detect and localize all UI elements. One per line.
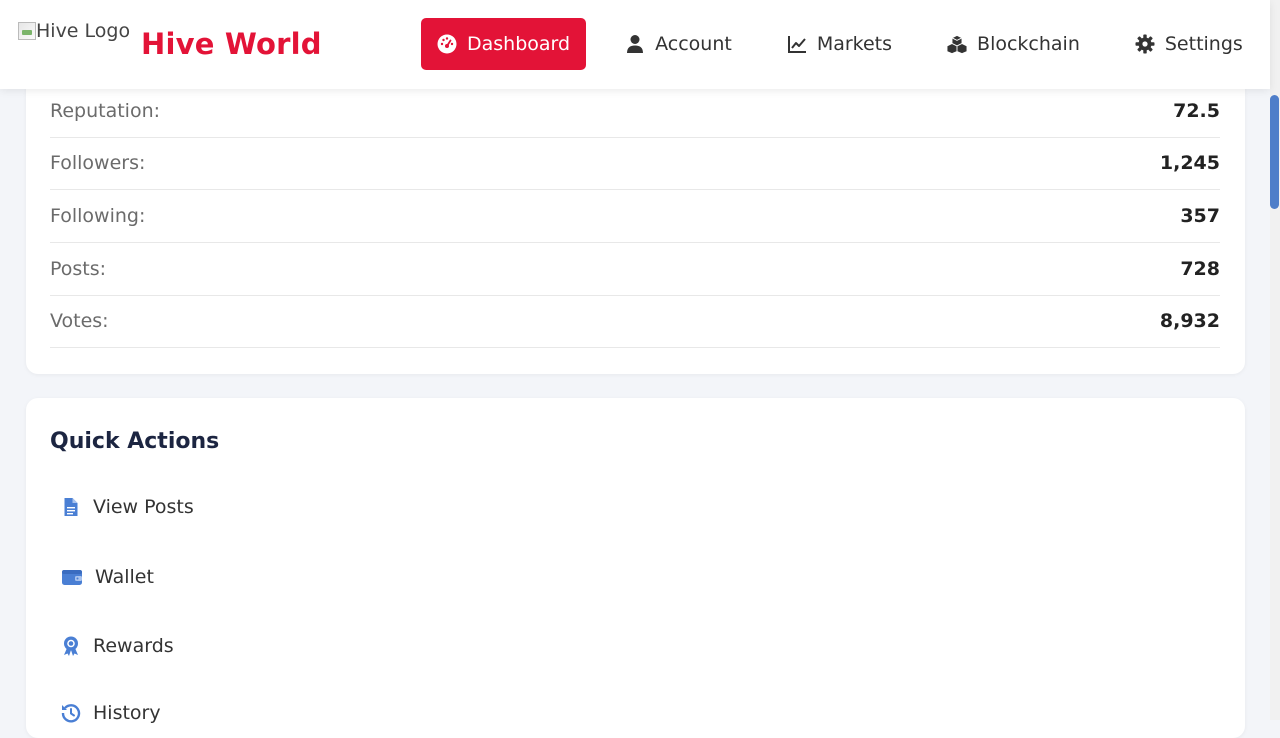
nav-account[interactable]: Account [609,18,748,70]
nav-settings-label: Settings [1164,33,1243,55]
stat-label: Posts: [50,258,107,280]
file-text-icon [64,498,78,516]
action-rewards[interactable]: Rewards [61,635,174,657]
dashboard-gauge-icon [437,34,457,54]
account-stats-card: Reputation: 72.5 Followers: 1,245 Follow… [26,40,1245,374]
action-history[interactable]: History [61,702,161,724]
nav-settings[interactable]: Settings [1119,18,1259,70]
page-scrollbar[interactable] [1270,0,1280,720]
stat-value: 72.5 [1173,100,1220,122]
action-view-posts[interactable]: View Posts [61,496,194,518]
main-nav: Dashboard Account Markets Blockchain Set… [421,18,1280,70]
scrollbar-thumb[interactable] [1270,95,1279,209]
user-icon [627,35,644,53]
stat-label: Followers: [50,152,146,174]
top-header: Hive Logo Hive World Dashboard Account M… [0,0,1270,89]
stat-value: 8,932 [1159,310,1220,332]
action-label: Rewards [93,635,174,657]
logo-alt-text: Hive Logo [36,20,131,42]
gear-icon [1135,34,1155,54]
action-wallet[interactable]: Wallet [61,566,154,588]
nav-markets[interactable]: Markets [771,18,908,70]
stat-row-votes: Votes: 8,932 [50,295,1220,348]
stat-label: Reputation: [50,100,161,122]
quick-actions-card: Quick Actions View Posts Wallet Rewards [26,398,1245,738]
logo-image[interactable]: Hive Logo [18,20,130,50]
stat-value: 357 [1180,205,1220,227]
stat-value: 728 [1180,258,1220,280]
stat-row-reputation: Reputation: 72.5 [50,85,1220,138]
nav-dashboard-label: Dashboard [467,33,571,55]
stat-label: Following: [50,205,146,227]
nav-blockchain[interactable]: Blockchain [931,18,1096,70]
action-label: Wallet [95,566,154,588]
stat-row-followers: Followers: 1,245 [50,137,1220,190]
award-icon [64,636,78,656]
nav-markets-label: Markets [816,33,893,55]
nav-blockchain-label: Blockchain [977,33,1080,55]
stat-value: 1,245 [1159,152,1220,174]
stat-label: Votes: [50,310,109,332]
cubes-icon [947,35,967,54]
line-chart-icon [787,36,806,53]
broken-image-icon [18,22,36,40]
brand-name[interactable]: Hive World [141,27,322,61]
action-label: History [93,702,161,724]
history-icon [61,704,81,723]
nav-account-label: Account [655,33,732,55]
stat-row-posts: Posts: 728 [50,243,1220,296]
stat-row-following: Following: 357 [50,190,1220,243]
wallet-icon [62,570,82,585]
quick-actions-title: Quick Actions [50,429,220,454]
nav-dashboard[interactable]: Dashboard [421,18,587,70]
action-label: View Posts [93,496,194,518]
